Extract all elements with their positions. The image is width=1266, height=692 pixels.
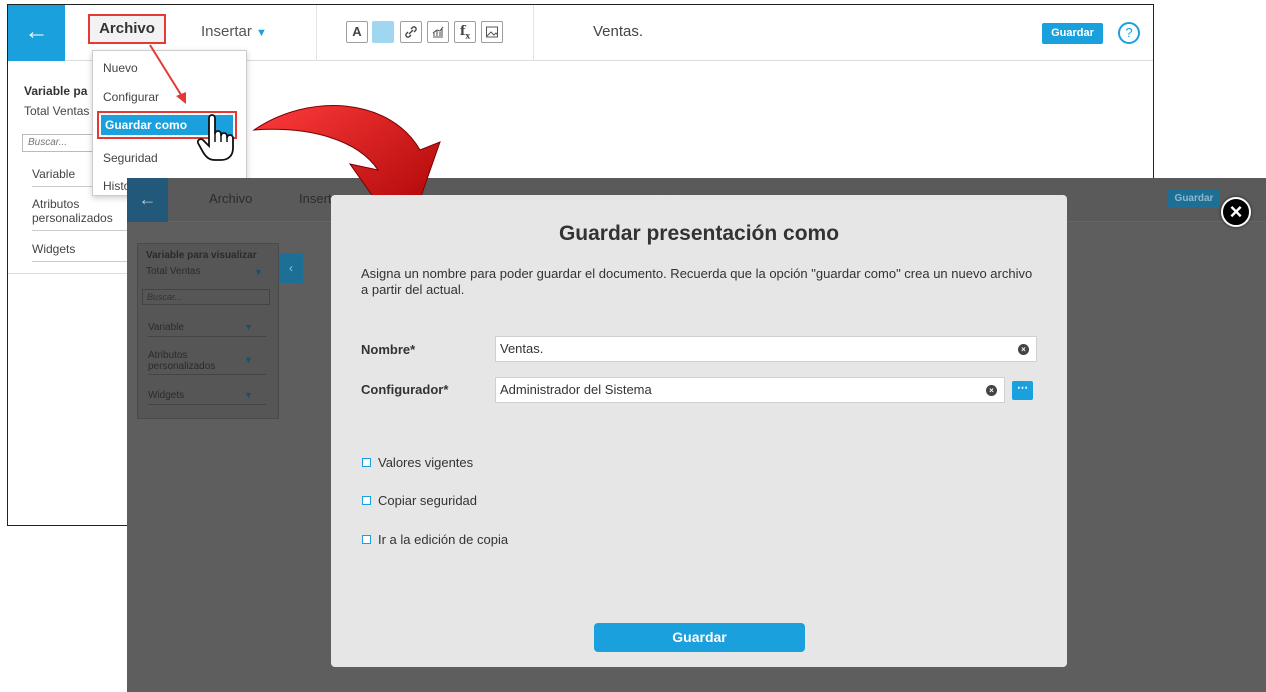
nombre-label: Nombre* xyxy=(361,342,416,357)
section-widgets[interactable]: Widgets xyxy=(32,242,75,256)
section-atributos[interactable]: Atributos personalizados xyxy=(148,350,228,372)
caret-down-icon: ▼ xyxy=(254,267,263,277)
color-swatch-icon[interactable] xyxy=(372,21,394,43)
more-options-button[interactable]: ⋯ xyxy=(1012,381,1033,400)
close-icon[interactable]: × xyxy=(1221,197,1251,227)
variable-select[interactable]: Total Ventas xyxy=(146,266,200,277)
back-arrow-icon[interactable]: ← xyxy=(127,178,168,222)
text-format-icon[interactable]: A xyxy=(346,21,368,43)
divider xyxy=(32,230,138,231)
checkbox-icon[interactable] xyxy=(362,458,371,467)
caret-down-icon: ▼ xyxy=(244,322,253,332)
caret-down-icon: ▼ xyxy=(244,390,253,400)
section-variable[interactable]: Variable xyxy=(148,322,184,333)
search-input[interactable]: Buscar... xyxy=(142,289,270,305)
dialog-title: Guardar presentación como xyxy=(558,222,840,245)
checkbox-icon[interactable] xyxy=(362,535,371,544)
divider xyxy=(533,5,534,61)
checkbox-ir-edicion-copia[interactable]: Ir a la edición de copia xyxy=(362,532,508,547)
nombre-field[interactable]: Ventas. × xyxy=(495,336,1037,362)
checkbox-copiar-seguridad[interactable]: Copiar seguridad xyxy=(362,493,477,508)
variable-panel-title: Variable pa xyxy=(24,84,88,98)
save-as-dialog: Guardar presentación como Asigna un nomb… xyxy=(331,195,1067,667)
save-button[interactable]: Guardar xyxy=(1042,23,1103,44)
caret-down-icon: ▼ xyxy=(256,27,267,39)
section-widgets[interactable]: Widgets xyxy=(148,390,184,401)
checkbox-label: Ir a la edición de copia xyxy=(378,532,509,547)
caret-down-icon: ▼ xyxy=(244,355,253,365)
back-arrow-icon[interactable]: ← xyxy=(8,5,65,61)
help-icon[interactable]: ? xyxy=(1118,22,1140,44)
hand-cursor-icon xyxy=(196,114,234,161)
divider xyxy=(148,336,266,337)
clear-icon[interactable]: × xyxy=(986,385,997,396)
divider xyxy=(148,374,266,375)
checkbox-label: Valores vigentes xyxy=(378,455,474,470)
variable-panel: Variable para visualizar Total Ventas ▼ … xyxy=(137,243,279,419)
formula-icon[interactable]: fx xyxy=(454,21,476,43)
save-button[interactable]: Guardar xyxy=(594,623,805,652)
menu-item-seguridad[interactable]: Seguridad xyxy=(103,151,158,165)
configurador-field[interactable]: Administrador del Sistema × xyxy=(495,377,1005,403)
checkbox-icon[interactable] xyxy=(362,496,371,505)
document-title: Ventas. xyxy=(593,23,644,40)
link-icon[interactable] xyxy=(400,21,422,43)
dialog-description: Asigna un nombre para poder guardar el d… xyxy=(361,266,1033,297)
annotation-pointer-icon xyxy=(149,44,186,104)
menu-insertar[interactable]: Insertar ▼ xyxy=(201,23,267,40)
formula-subscript: x xyxy=(465,30,471,41)
checkbox-valores-vigentes[interactable]: Valores vigentes xyxy=(362,455,473,470)
configurador-label: Configurador* xyxy=(361,382,449,397)
divider xyxy=(316,5,317,61)
checkbox-label: Copiar seguridad xyxy=(378,493,478,508)
section-atributos[interactable]: Atributos personalizados xyxy=(32,197,132,225)
collapse-panel-button[interactable]: ‹ xyxy=(279,253,303,283)
nombre-value: Ventas. xyxy=(500,341,544,356)
variable-panel-title: Variable para visualizar xyxy=(146,250,257,261)
menu-item-nuevo[interactable]: Nuevo xyxy=(103,61,138,75)
image-icon[interactable] xyxy=(481,21,503,43)
divider xyxy=(32,261,138,262)
variable-select[interactable]: Total Ventas xyxy=(24,104,89,118)
menu-insertar-label: Insertar xyxy=(201,23,252,40)
clear-icon[interactable]: × xyxy=(1018,344,1029,355)
section-variable[interactable]: Variable xyxy=(32,167,75,181)
divider xyxy=(148,404,266,405)
chart-icon[interactable] xyxy=(427,21,449,43)
configurador-value: Administrador del Sistema xyxy=(500,382,652,397)
save-button[interactable]: Guardar xyxy=(1168,190,1220,208)
